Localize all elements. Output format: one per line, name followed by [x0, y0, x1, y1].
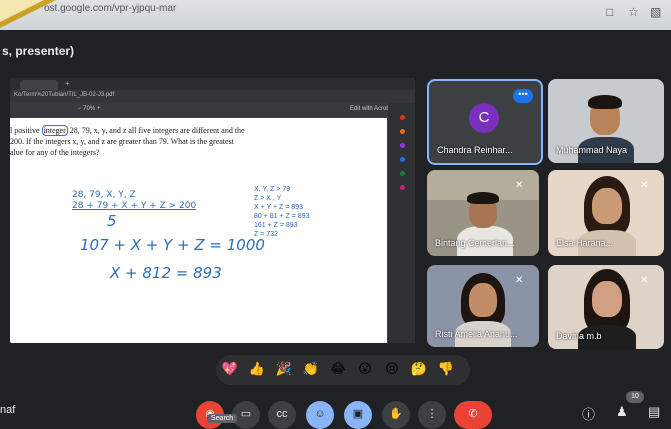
video-hair	[588, 95, 622, 109]
typed-line-5: 161 + Z = 893	[254, 222, 298, 229]
participant-name: Elsa Harana...	[556, 238, 614, 248]
participant-tile-muhammad[interactable]: Muhammad Naya	[548, 79, 664, 163]
captions-button[interactable]: cc	[268, 401, 296, 429]
participant-tile-bintang[interactable]: ✕ Bintang Cemerlan...	[427, 170, 539, 256]
crying-face-icon[interactable]: 😢	[383, 361, 401, 379]
problem-text-4: alue for any of the integers?	[10, 148, 100, 157]
mic-off-icon: ✕	[640, 180, 649, 191]
side-icon-orange	[400, 129, 405, 134]
end-call-button[interactable]: ✆	[454, 401, 492, 429]
mic-off-icon: ✕	[515, 180, 524, 191]
shared-new-tab-icon: +	[65, 79, 70, 88]
thinking-face-icon[interactable]: 🤔	[410, 361, 428, 379]
video-face	[469, 283, 497, 317]
handwriting-line-4: 107 + X + Y + Z = 1000	[80, 236, 265, 254]
problem-text-1: l positive	[10, 126, 40, 135]
mic-off-icon: ✕	[515, 275, 524, 286]
tooltip: Search	[207, 414, 238, 423]
info-icon[interactable]: ⓘ	[582, 404, 595, 423]
mic-off-icon: ✕	[640, 275, 649, 286]
video-hair	[467, 192, 499, 204]
side-icon-blue	[400, 157, 405, 162]
more-options-button[interactable]: ⋮	[418, 401, 446, 429]
participant-name: Chandra Reinhar...	[437, 145, 513, 155]
problem-text-3: 200. If the integers x, y, and z are gre…	[10, 137, 234, 146]
more-options-icon[interactable]: •••	[513, 89, 533, 103]
laughing-face-icon[interactable]: 😂	[329, 361, 347, 379]
shared-screen: + Ko/Term%20Tubian/TIL_JB-02-J3.pdf − 70…	[10, 78, 415, 343]
participant-name: Muhammad Naya	[556, 145, 628, 155]
typed-line-3: X + Y + Z = 893	[254, 204, 303, 211]
star-icon[interactable]: ☆	[628, 5, 639, 19]
reactions-button[interactable]: ☺	[306, 401, 334, 429]
participant-name: Bintang Cemerlan...	[435, 238, 515, 248]
typed-line-6: Z = 732	[254, 231, 278, 238]
participant-tile-chandra[interactable]: C ••• Chandra Reinhar...	[427, 79, 543, 165]
side-icon-red	[400, 115, 405, 120]
shared-tab	[20, 80, 58, 90]
clapping-hands-icon[interactable]: 👏	[302, 361, 320, 379]
participant-tile-risti[interactable]: ✕ Risti Amelia Ananu...	[427, 265, 539, 347]
people-icon[interactable]: ♟	[616, 404, 628, 420]
self-name: naf	[0, 404, 16, 416]
raise-hand-button[interactable]: ✋	[382, 401, 410, 429]
shared-address-text: Ko/Term%20Tubian/TIL_JB-02-J3.pdf	[14, 92, 115, 98]
shared-tab-strip	[10, 78, 415, 90]
party-popper-icon[interactable]: 🎉	[275, 361, 293, 379]
video-face	[592, 281, 622, 317]
sparkling-heart-icon[interactable]: 💖	[221, 361, 239, 379]
shared-side-panel	[388, 103, 415, 343]
thumbs-down-icon[interactable]: 👎	[437, 361, 455, 379]
handwriting-line-2: 28 + 79 + X + Y + Z > 200	[72, 201, 197, 211]
highlighted-word: integer	[41, 125, 68, 136]
participant-name: Davina m.b	[556, 331, 602, 341]
present-button[interactable]: ▣	[344, 401, 372, 429]
side-icon-pink	[400, 185, 405, 190]
pdf-zoom: − 70% +	[78, 106, 101, 112]
handwriting-line-5: X + 812 = 893	[110, 264, 222, 282]
camera-icon[interactable]: □	[606, 5, 613, 19]
extension-icon[interactable]: ▧	[650, 5, 661, 19]
side-icon-green	[400, 171, 405, 176]
avatar: C	[469, 103, 499, 133]
presenter-label: s, presenter)	[2, 44, 75, 58]
problem-text: l positive integer 28, 79, x, y, and z a…	[10, 125, 280, 158]
thumbs-up-icon[interactable]: 👍	[248, 361, 266, 379]
url-text[interactable]: ost.google.com/vpr-yjpqu-mar	[44, 3, 176, 14]
typed-line-2: Z > X , Y	[254, 195, 282, 202]
participant-count-badge: 10	[626, 391, 644, 403]
problem-text-2: 28, 79, x, y, and z all five integers ar…	[69, 126, 245, 135]
chat-icon[interactable]: ▤	[648, 404, 660, 420]
handwriting-line-3: 5	[107, 212, 117, 230]
side-icon-purple	[400, 143, 405, 148]
typed-line-4: 80 + 81 + Z = 893	[254, 213, 310, 220]
participant-tile-davina[interactable]: ✕ Davina m.b	[548, 265, 664, 349]
corner-decoration-inner	[0, 0, 44, 22]
typed-line-1: X, Y, Z > 79	[254, 186, 291, 193]
meet-header	[0, 30, 671, 68]
surprised-face-icon[interactable]: 😮	[356, 361, 374, 379]
participant-tile-elsa[interactable]: ✕ Elsa Harana...	[548, 170, 664, 256]
reaction-bar: 💖 👍 🎉 👏 😂 😮 😢 🤔 👎	[216, 355, 470, 385]
participant-name: Risti Amelia Ananu...	[435, 329, 518, 339]
video-face	[592, 188, 622, 224]
handwriting-line-1: 28, 79, X, Y, Z	[72, 190, 136, 200]
